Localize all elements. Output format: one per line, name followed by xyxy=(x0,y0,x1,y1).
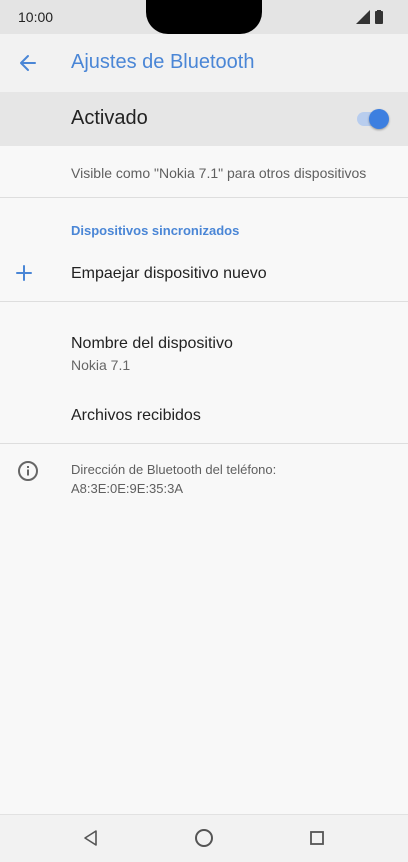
device-name-row[interactable]: Nombre del dispositivo Nokia 7.1 xyxy=(0,322,408,382)
bluetooth-toggle[interactable] xyxy=(354,108,390,130)
toggle-thumb xyxy=(369,109,389,129)
bluetooth-state-label: Activado xyxy=(71,107,148,129)
device-name-value: Nokia 7.1 xyxy=(71,357,131,373)
status-time: 10:00 xyxy=(18,9,54,25)
divider xyxy=(0,301,408,302)
nav-back-icon[interactable] xyxy=(80,827,102,849)
visibility-text: Visible como "Nokia 7.1" para otros disp… xyxy=(71,165,367,181)
info-icon xyxy=(18,461,38,481)
plus-icon xyxy=(16,265,32,281)
display-notch xyxy=(146,0,262,34)
received-files-label: Archivos recibidos xyxy=(71,407,201,424)
signal-battery-icon xyxy=(356,10,383,24)
page-title: Ajustes de Bluetooth xyxy=(71,51,255,73)
nav-home-icon[interactable] xyxy=(193,827,215,849)
pair-new-device-row[interactable]: Empaejar dispositivo nuevo xyxy=(0,250,408,300)
back-button[interactable] xyxy=(12,47,44,79)
bluetooth-master-row[interactable]: Activado xyxy=(0,92,408,146)
nav-recents-icon[interactable] xyxy=(306,827,328,849)
device-name-title: Nombre del dispositivo xyxy=(71,335,233,352)
pair-new-device-label: Empaejar dispositivo nuevo xyxy=(71,265,267,282)
arrow-left-icon xyxy=(20,55,36,71)
divider xyxy=(0,443,408,444)
app-bar: Ajustes de Bluetooth xyxy=(0,34,408,92)
received-files-row[interactable]: Archivos recibidos xyxy=(0,392,408,442)
paired-devices-header: Dispositivos sincronizados xyxy=(71,223,240,238)
bluetooth-address-text: Dirección de Bluetooth del teléfono: A8:… xyxy=(71,462,277,496)
navigation-bar xyxy=(0,814,408,862)
divider xyxy=(0,197,408,198)
status-bar: 10:00 xyxy=(0,0,408,34)
